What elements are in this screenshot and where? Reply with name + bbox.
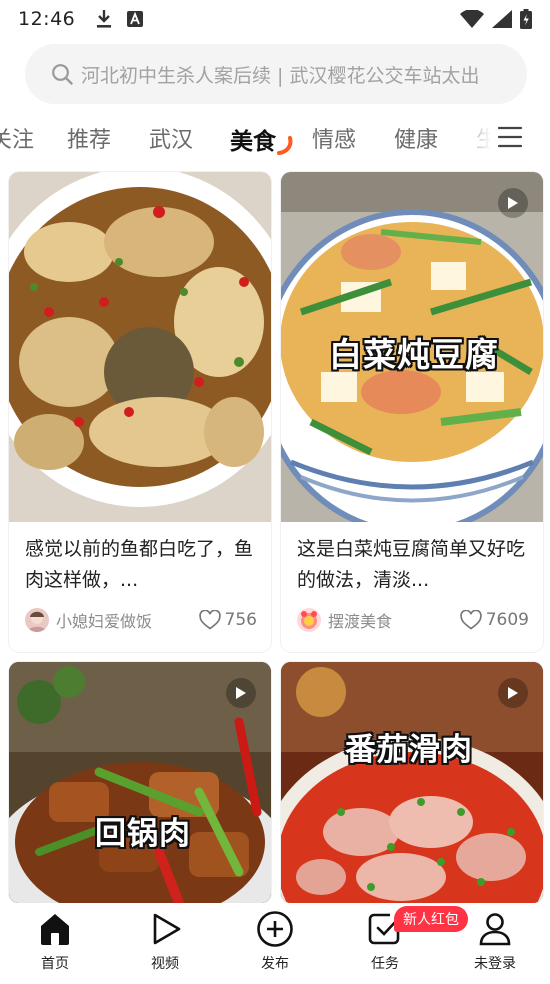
tab-food[interactable]: 美食 (230, 122, 276, 156)
tab-emotion[interactable]: 情感 (312, 122, 356, 154)
card-thumbnail[interactable]: 白菜炖豆腐 (281, 172, 543, 522)
card-thumbnail[interactable] (9, 172, 271, 522)
video-overlay-title: 白菜炖豆腐 (329, 335, 499, 374)
nav-label: 未登录 (474, 956, 516, 972)
author-name[interactable]: 小媳妇爱做饭 (56, 608, 152, 632)
plus-circle-icon (257, 911, 293, 947)
author-name[interactable]: 摆渡美食 (328, 608, 392, 632)
card-title[interactable]: 感觉以前的鱼都白吃了，鱼肉这样做，... (25, 534, 257, 596)
card-thumbnail[interactable]: 回锅肉 (9, 662, 271, 903)
like-button[interactable]: 756 (198, 610, 257, 630)
nav-video[interactable]: 视频 (110, 903, 220, 984)
card-title[interactable]: 这是白菜炖豆腐简单又好吃的做法，清淡... (297, 534, 529, 596)
user-icon (479, 913, 511, 946)
feed-card[interactable]: 感觉以前的鱼都白吃了，鱼肉这样做，... 小媳妇爱做饭 756 (9, 172, 271, 652)
status-right-icons (460, 9, 532, 29)
active-tab-indicator (277, 136, 293, 155)
search-input[interactable]: 河北初中生杀人案后续 | 武汉樱花公交车站太出 (81, 61, 479, 88)
new-user-red-packet-badge[interactable]: 新人红包 (394, 906, 468, 932)
feed-card[interactable]: 番茄滑肉 (281, 662, 543, 903)
play-icon (498, 188, 528, 218)
nav-home[interactable]: 首页 (0, 903, 110, 984)
tab-health[interactable]: 健康 (394, 122, 438, 154)
card-footer: 小媳妇爱做饭 756 (25, 606, 257, 634)
home-icon (41, 914, 69, 945)
wifi-icon (460, 10, 484, 28)
card-thumbnail[interactable]: 番茄滑肉 (281, 662, 543, 903)
heart-icon (459, 610, 482, 630)
status-bar: 12:46 (0, 0, 550, 38)
nav-label: 视频 (151, 956, 179, 972)
signal-icon (492, 10, 512, 28)
heart-icon (198, 610, 221, 630)
like-count: 7609 (485, 610, 529, 630)
feed-card[interactable]: 白菜炖豆腐 这是白菜炖豆腐简单又好吃的做法，清淡... 摆渡美食 7609 (281, 172, 543, 652)
tab-wuhan[interactable]: 武汉 (149, 122, 193, 154)
search-icon (52, 64, 73, 85)
avatar[interactable] (25, 608, 49, 632)
nav-publish[interactable]: 发布 (220, 903, 330, 984)
nav-label: 任务 (371, 956, 399, 972)
fish-dish-image (9, 172, 271, 522)
card-footer: 摆渡美食 7609 (297, 606, 529, 634)
menu-icon[interactable] (497, 124, 523, 150)
play-icon (498, 678, 528, 708)
video-overlay-title: 番茄滑肉 (345, 732, 473, 768)
download-icon (97, 10, 112, 28)
nav-label: 发布 (261, 956, 289, 972)
font-a-icon (127, 11, 144, 27)
like-button[interactable]: 7609 (459, 610, 529, 630)
nav-label: 首页 (41, 956, 69, 972)
battery-icon (520, 9, 532, 29)
tab-follow[interactable]: 关注 (0, 122, 34, 154)
status-time: 12:46 (18, 8, 76, 30)
search-bar[interactable]: 河北初中生杀人案后续 | 武汉樱花公交车站太出 (25, 44, 527, 104)
video-play-icon (153, 913, 181, 945)
avatar[interactable] (297, 608, 321, 632)
tab-recommend[interactable]: 推荐 (67, 122, 111, 154)
feed-card[interactable]: 回锅肉 (9, 662, 271, 903)
play-icon (226, 678, 256, 708)
video-overlay-title: 回锅肉 (95, 816, 191, 852)
like-count: 756 (224, 610, 257, 630)
status-left-icons (95, 9, 144, 29)
